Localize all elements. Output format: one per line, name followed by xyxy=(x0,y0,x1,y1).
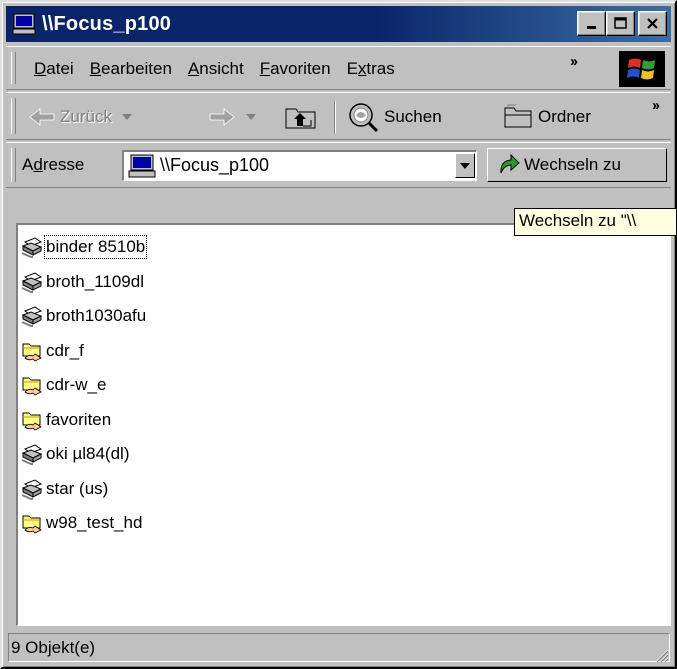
list-item[interactable]: cdr_f xyxy=(21,334,147,369)
shared-folder-icon xyxy=(22,343,42,362)
forward-dropdown-icon xyxy=(246,114,256,120)
menu-favoriten[interactable]: Favoriten xyxy=(252,59,339,79)
shared-folder-icon xyxy=(22,515,42,534)
close-button[interactable] xyxy=(638,11,667,36)
shared-folder-icon xyxy=(22,377,42,396)
go-button-tooltip: Wechseln zu "\\ xyxy=(514,208,677,236)
status-bar: 9 Objekt(e) xyxy=(6,629,671,665)
menu-bearbeiten[interactable]: Bearbeiten xyxy=(82,59,180,79)
menu-bar: Datei Bearbeiten Ansicht Favoriten Extra… xyxy=(6,46,671,90)
file-view[interactable]: binder 8510b broth_1109dl broth1030afu c… xyxy=(16,223,671,626)
shared-printer-icon xyxy=(21,272,43,293)
maximize-button[interactable] xyxy=(606,11,635,36)
status-text: 9 Objekt(e) xyxy=(8,633,670,662)
list-item[interactable]: broth_1109dl xyxy=(21,265,147,300)
forward-button[interactable] xyxy=(208,93,256,141)
maximize-icon xyxy=(613,17,627,29)
toolbar-separator xyxy=(334,101,336,133)
shared-printer-icon xyxy=(21,237,43,259)
file-name: favoriten xyxy=(46,409,112,429)
back-arrow-icon xyxy=(29,108,55,126)
list-item[interactable]: favoriten xyxy=(21,403,147,438)
menu-datei[interactable]: Datei xyxy=(26,59,82,79)
standard-toolbar: Zurück Suchen Ordner ›› xyxy=(6,92,671,140)
file-name: broth_1109dl xyxy=(46,271,144,291)
shared-printer-icon xyxy=(21,306,43,328)
network-computer-icon xyxy=(128,154,156,178)
search-button[interactable]: Suchen xyxy=(346,93,442,141)
folders-button[interactable]: Ordner xyxy=(502,93,591,141)
list-item[interactable]: oki µl84(dl) xyxy=(21,437,147,472)
close-icon xyxy=(647,17,658,29)
chevron-down-icon xyxy=(460,162,470,169)
address-dropdown-button[interactable] xyxy=(455,153,475,178)
go-arrow-icon xyxy=(500,153,520,174)
back-dropdown-icon xyxy=(121,114,132,120)
minimize-button[interactable] xyxy=(577,11,606,36)
file-name: broth1030afu xyxy=(46,306,147,326)
address-value[interactable]: \\Focus_p100 xyxy=(160,155,269,176)
file-name: cdr-w_e xyxy=(46,375,107,395)
file-name: oki µl84(dl) xyxy=(46,444,130,464)
shared-folder-icon xyxy=(22,412,42,431)
address-bar: Adresse \\Focus_p100 Wechseln zu xyxy=(6,142,671,188)
explorer-window: \\Focus_p100 Datei Bearbeiten Ansicht Fa… xyxy=(0,0,677,669)
back-label: Zurück xyxy=(60,107,112,126)
address-label: Adresse xyxy=(22,155,85,174)
forward-arrow-icon xyxy=(209,108,235,126)
minimize-icon xyxy=(586,25,596,29)
menu-extras[interactable]: Extras xyxy=(339,59,403,79)
shared-printer-icon xyxy=(21,444,43,466)
windows-logo-icon xyxy=(619,51,665,87)
list-item[interactable]: star (us) xyxy=(21,472,147,507)
folder-up-icon xyxy=(285,108,316,129)
search-globe-icon xyxy=(349,103,379,133)
back-button[interactable]: Zurück xyxy=(28,93,132,141)
file-name: binder 8510b xyxy=(43,235,148,260)
file-list: binder 8510b broth_1109dl broth1030afu c… xyxy=(21,230,148,541)
menu-overflow-chevron-icon[interactable]: ›› xyxy=(570,53,578,70)
folders-icon xyxy=(504,104,532,128)
title-bar[interactable]: \\Focus_p100 xyxy=(6,6,671,42)
list-item[interactable]: binder 8510b xyxy=(21,230,148,265)
list-item[interactable]: cdr-w_e xyxy=(21,368,147,403)
address-combobox[interactable]: \\Focus_p100 xyxy=(122,150,477,181)
shared-printer-icon xyxy=(21,479,43,500)
folders-label: Ordner xyxy=(538,107,591,126)
up-folder-button[interactable] xyxy=(284,93,318,141)
go-button[interactable]: Wechseln zu xyxy=(487,148,667,182)
file-name: cdr_f xyxy=(46,340,84,360)
resize-grip-icon[interactable] xyxy=(653,647,669,663)
search-label: Suchen xyxy=(384,107,442,126)
address-bar-grip[interactable] xyxy=(11,148,16,182)
go-label: Wechseln zu xyxy=(524,155,622,174)
network-computer-icon xyxy=(12,13,36,35)
toolbar-overflow-chevron-icon[interactable]: ›› xyxy=(652,97,660,114)
list-item[interactable]: broth1030afu xyxy=(21,299,147,334)
list-item[interactable]: w98_test_hd xyxy=(21,506,147,541)
window-title: \\Focus_p100 xyxy=(42,12,172,35)
menu-bar-grip[interactable] xyxy=(11,52,16,84)
file-name: w98_test_hd xyxy=(46,513,143,533)
file-name: star (us) xyxy=(46,478,109,498)
menu-ansicht[interactable]: Ansicht xyxy=(180,59,252,79)
toolbar-grip[interactable] xyxy=(11,98,16,134)
